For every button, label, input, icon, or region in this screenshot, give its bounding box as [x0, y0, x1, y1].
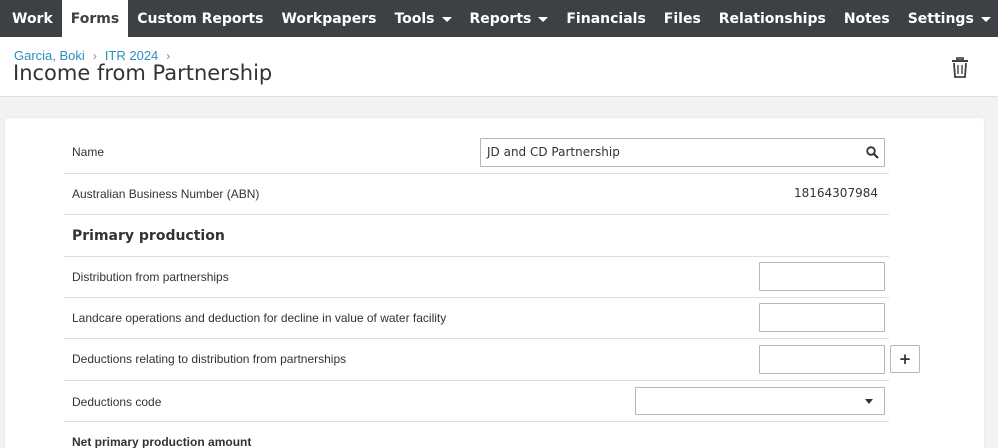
name-label: Name: [72, 145, 105, 159]
nav-label: Relationships: [718, 10, 826, 27]
net-primary-row: Net primary production amount: [64, 422, 889, 448]
nav-label: Workpapers: [281, 10, 377, 27]
distribution-input[interactable]: [759, 262, 885, 291]
nav-label: Tools: [394, 10, 435, 27]
nav-item-notes[interactable]: Notes: [835, 0, 899, 37]
page-title: Income from Partnership: [13, 61, 273, 85]
primary-production-section: Primary production: [64, 215, 889, 257]
abn-label: Australian Business Number (ABN): [72, 187, 260, 201]
deductions-label: Deductions relating to distribution from…: [72, 352, 347, 366]
top-nav: Work Forms Custom Reports Workpapers Too…: [0, 0, 998, 37]
caret-down-icon: [538, 16, 549, 22]
landcare-input[interactable]: [759, 303, 885, 332]
abn-value: 18164307984: [794, 186, 878, 200]
caret-down-icon: [980, 16, 991, 22]
nav-item-reports[interactable]: Reports: [461, 0, 558, 37]
nav-label: Notes: [843, 10, 890, 27]
deductions-code-select[interactable]: [635, 387, 885, 415]
page-header: Garcia, Boki › ITR 2024 › Income from Pa…: [0, 37, 998, 97]
trash-icon[interactable]: [950, 57, 970, 79]
nav-label: Financials: [566, 10, 646, 27]
nav-label: Work: [12, 10, 53, 27]
chevron-down-icon: [865, 399, 873, 404]
nav-item-work[interactable]: Work: [0, 0, 62, 37]
nav-label: Reports: [469, 10, 532, 27]
name-search-field[interactable]: JD and CD Partnership: [480, 138, 885, 167]
nav-item-tools[interactable]: Tools: [385, 0, 460, 37]
distribution-label: Distribution from partnerships: [72, 270, 229, 284]
nav-label: Settings: [907, 10, 974, 27]
deductions-input[interactable]: [759, 345, 885, 374]
abn-row: Australian Business Number (ABN): [64, 174, 889, 215]
search-icon[interactable]: [866, 146, 879, 159]
nav-label: Forms: [70, 10, 120, 27]
nav-item-forms[interactable]: Forms: [61, 0, 129, 37]
nav-item-relationships[interactable]: Relationships: [710, 0, 835, 37]
nav-item-files[interactable]: Files: [655, 0, 710, 37]
deductions-code-label: Deductions code: [72, 395, 162, 409]
caret-down-icon: [441, 16, 452, 22]
nav-item-custom-reports[interactable]: Custom Reports: [128, 0, 272, 37]
name-value: JD and CD Partnership: [487, 145, 620, 159]
net-primary-label: Net primary production amount: [72, 435, 252, 448]
landcare-label: Landcare operations and deduction for de…: [72, 311, 447, 325]
nav-item-settings[interactable]: Settings: [899, 0, 998, 37]
nav-label: Files: [663, 10, 701, 27]
section-title: Primary production: [72, 228, 225, 244]
nav-item-workpapers[interactable]: Workpapers: [272, 0, 385, 37]
nav-item-financials[interactable]: Financials: [557, 0, 654, 37]
nav-label: Custom Reports: [137, 10, 264, 27]
add-deduction-button[interactable]: +: [890, 345, 920, 373]
